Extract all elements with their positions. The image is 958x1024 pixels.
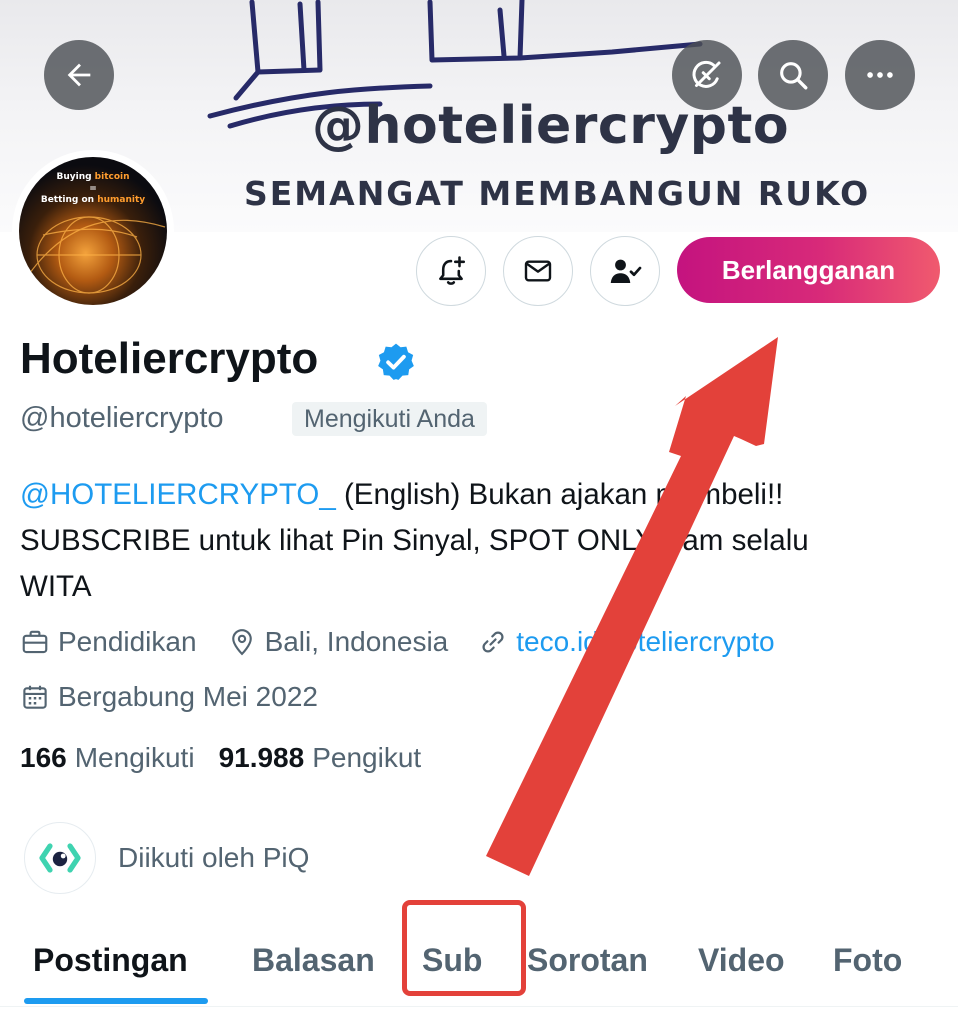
- tabs-divider: [0, 1006, 958, 1007]
- envelope-icon: [524, 260, 552, 282]
- followed-by-text: Diikuti oleh PiQ: [118, 842, 310, 873]
- bio-line1-text: (English) Bukan ajakan membeli!!: [335, 478, 784, 511]
- search-icon: [780, 62, 808, 90]
- following-button[interactable]: [590, 236, 660, 306]
- bell-plus-icon: [439, 256, 466, 285]
- display-name: Hoteliercrypto: [20, 334, 319, 383]
- arrow-left-icon: [67, 63, 91, 87]
- back-button[interactable]: [44, 40, 114, 110]
- more-horizontal-icon: [867, 72, 893, 78]
- website-item[interactable]: teco.id/hoteliercrypto: [478, 626, 775, 658]
- tab-foto[interactable]: Foto: [833, 942, 902, 979]
- profile-avatar[interactable]: Buying bitcoin = Betting on humanity: [12, 150, 174, 312]
- category-item: Pendidikan: [20, 626, 197, 658]
- followers-stat[interactable]: 91.988 Pengikut: [219, 742, 422, 774]
- category-text: Pendidikan: [58, 626, 197, 657]
- following-stat[interactable]: 166 Mengikuti: [20, 742, 195, 774]
- followed-by-avatar: [24, 822, 96, 894]
- tab-video[interactable]: Video: [698, 942, 785, 979]
- following-count: 166: [20, 742, 67, 773]
- location-text: Bali, Indonesia: [264, 626, 449, 657]
- website-link[interactable]: teco.id/hoteliercrypto: [516, 626, 774, 658]
- joined-text: Bergabung Mei 2022: [58, 681, 318, 712]
- banner-motto-text: SEMANGAT MEMBANGUN RUKO: [244, 174, 871, 213]
- tab-sorotan[interactable]: Sorotan: [527, 942, 648, 979]
- active-tab-indicator: [24, 998, 208, 1004]
- search-button[interactable]: [758, 40, 828, 110]
- notify-button[interactable]: [416, 236, 486, 306]
- verified-badge-icon: [378, 343, 414, 380]
- bio-mention-link[interactable]: @HOTELIERCRYPTO_: [20, 478, 336, 511]
- tab-postingan[interactable]: Postingan: [33, 942, 188, 979]
- profile-meta-row: Pendidikan Bali, Indonesia teco.id/hotel…: [20, 622, 805, 662]
- piq-logo-icon: [39, 843, 81, 873]
- grok-icon: [692, 60, 721, 88]
- joined-item: Bergabung Mei 2022: [20, 681, 318, 713]
- avatar-image: Buying bitcoin = Betting on humanity: [19, 157, 167, 305]
- calendar-icon: [23, 685, 47, 709]
- bio-line2-text: SUBSCRIBE untuk lihat Pin Sinyal, SPOT O…: [20, 524, 809, 557]
- location-pin-icon: [231, 629, 252, 656]
- bio-line3-text: WITA: [20, 570, 92, 603]
- profile-joined-row: Bergabung Mei 2022: [20, 677, 348, 717]
- tab-balasan[interactable]: Balasan: [252, 942, 375, 979]
- follows-you-badge: Mengikuti Anda: [292, 402, 487, 436]
- grok-button[interactable]: [672, 40, 742, 110]
- message-button[interactable]: [503, 236, 573, 306]
- profile-bio: @HOTELIERCRYPTO_ (English) Bukan ajakan …: [20, 472, 940, 610]
- following-label: Mengikuti: [74, 742, 195, 773]
- location-item: Bali, Indonesia: [227, 626, 449, 658]
- followed-by-row[interactable]: Diikuti oleh PiQ: [24, 822, 309, 894]
- followers-count: 91.988: [218, 742, 305, 773]
- link-icon: [482, 631, 504, 653]
- more-button[interactable]: [845, 40, 915, 110]
- followers-label: Pengikut: [312, 742, 422, 773]
- person-check-icon: [610, 259, 642, 283]
- annotation-highlight-box: [402, 900, 526, 996]
- subscribe-button[interactable]: Berlangganan: [677, 237, 940, 303]
- profile-handle: @hoteliercrypto: [20, 402, 224, 434]
- briefcase-icon: [22, 630, 48, 654]
- globe-graphic: [26, 216, 166, 294]
- follow-stats: 166 Mengikuti 91.988 Pengikut: [20, 742, 445, 774]
